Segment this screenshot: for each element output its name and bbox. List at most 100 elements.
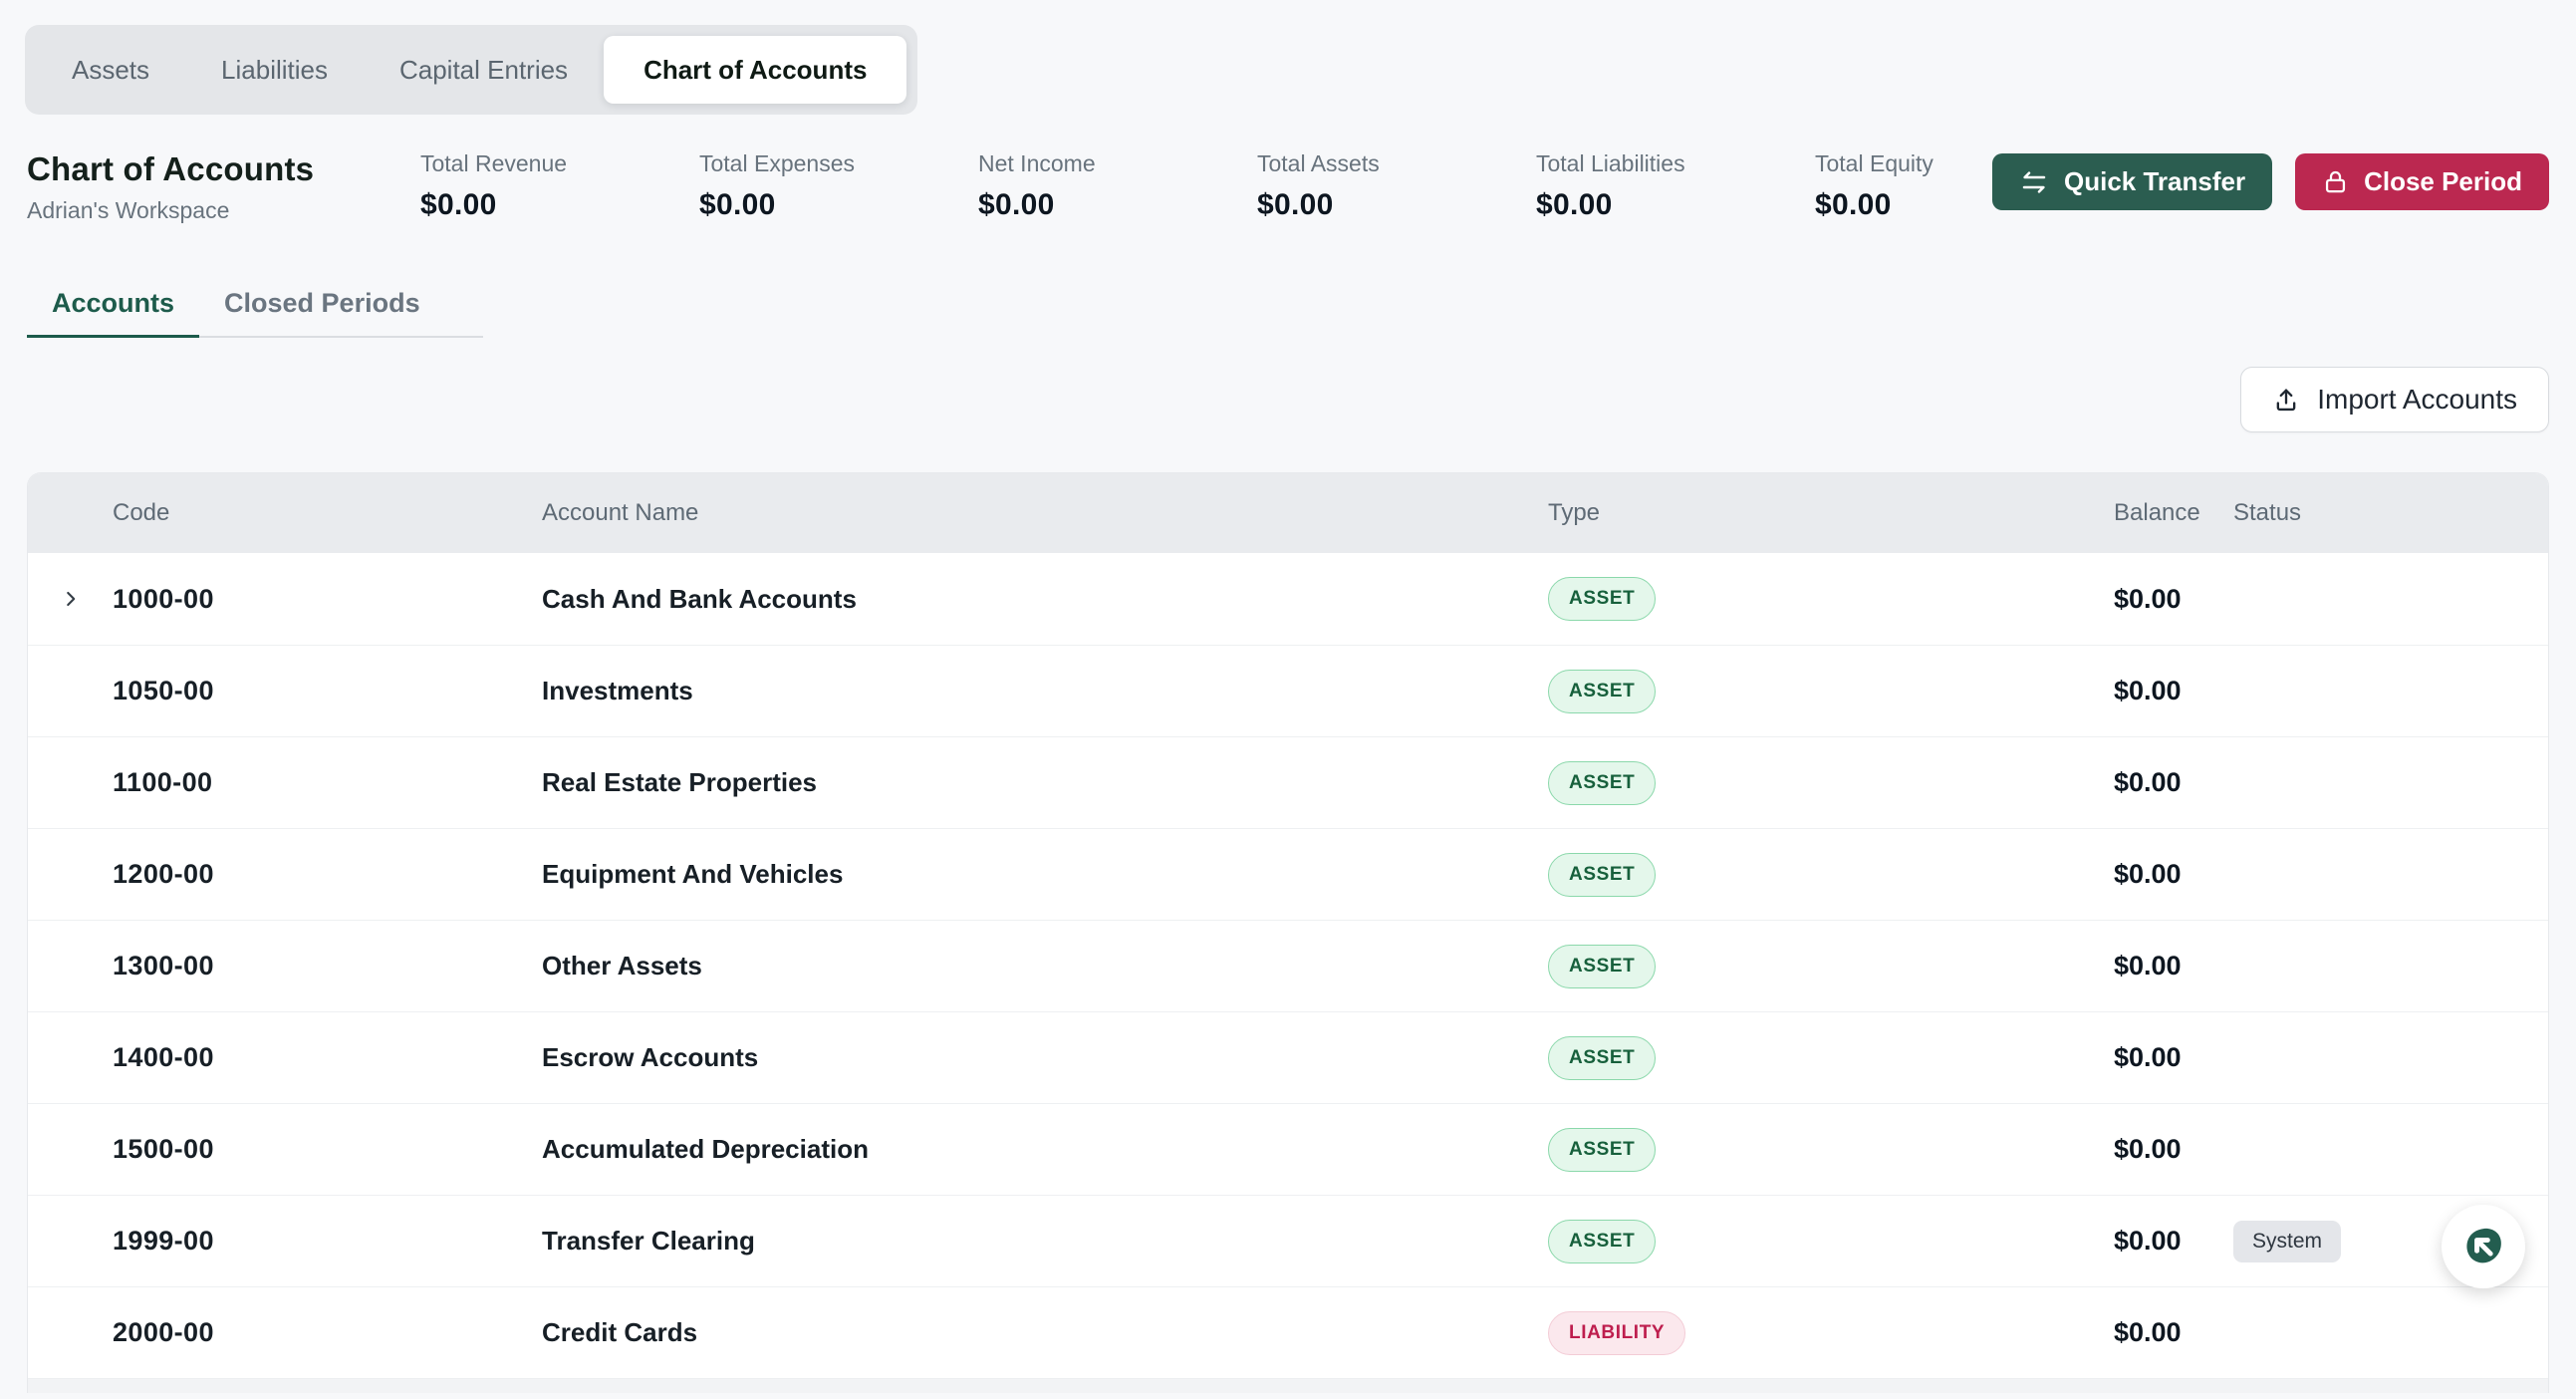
row-expander-cell [28, 1231, 113, 1253]
table-toolbar: Import Accounts [27, 367, 2549, 432]
row-expander-cell [28, 1139, 113, 1161]
account-code: 1999-00 [113, 1226, 542, 1257]
account-balance: $0.00 [2107, 676, 2221, 706]
account-code: 1400-00 [113, 1042, 542, 1073]
column-header-name: Account Name [542, 499, 1548, 527]
stat-total-expenses: Total Expenses $0.00 [699, 150, 978, 222]
stat-total-equity: Total Equity $0.00 [1815, 150, 1933, 222]
table-row[interactable]: 1200-00 Equipment And Vehicles ASSET $0.… [28, 828, 2548, 920]
column-header-code: Code [113, 499, 542, 527]
row-expander-cell [28, 956, 113, 978]
row-expander-cell [28, 772, 113, 794]
account-name: Transfer Clearing [542, 1226, 1548, 1257]
quick-transfer-label: Quick Transfer [2064, 166, 2245, 197]
column-header-type: Type [1548, 499, 2107, 527]
account-balance: $0.00 [2107, 767, 2221, 798]
tab-accounts[interactable]: Accounts [27, 288, 199, 336]
chevron-right-icon[interactable] [60, 956, 82, 978]
table-row[interactable]: 1000-00 Cash And Bank Accounts ASSET $0.… [28, 553, 2548, 645]
stat-net-income: Net Income $0.00 [978, 150, 1257, 222]
type-badge: ASSET [1548, 577, 1656, 621]
top-tab-liabilities[interactable]: Liabilities [185, 36, 364, 104]
type-cell: ASSET [1548, 670, 2107, 713]
lock-icon [2322, 168, 2349, 195]
floating-action-button[interactable] [2442, 1205, 2525, 1288]
type-badge: ASSET [1548, 761, 1656, 805]
top-tab-chart-of-accounts[interactable]: Chart of Accounts [604, 36, 906, 104]
table-row[interactable]: 1050-00 Investments ASSET $0.00 [28, 645, 2548, 736]
table-row[interactable]: 1999-00 Transfer Clearing ASSET $0.00 Sy… [28, 1195, 2548, 1286]
table-row[interactable]: 1300-00 Other Assets ASSET $0.00 [28, 920, 2548, 1011]
close-period-button[interactable]: Close Period [2295, 153, 2549, 210]
chevron-right-icon[interactable] [60, 1047, 82, 1069]
account-code: 1200-00 [113, 859, 542, 890]
stat-label: Total Equity [1815, 150, 1933, 177]
stat-label: Net Income [978, 150, 1257, 177]
type-cell: ASSET [1548, 761, 2107, 805]
tab-closed-periods[interactable]: Closed Periods [199, 288, 445, 336]
account-balance: $0.00 [2107, 584, 2221, 615]
chevron-right-icon[interactable] [60, 1322, 82, 1344]
type-badge: ASSET [1548, 945, 1656, 988]
stat-value: $0.00 [1815, 188, 1933, 222]
stat-value: $0.00 [978, 188, 1257, 222]
chevron-right-icon[interactable] [60, 864, 82, 886]
workspace-subtitle: Adrian's Workspace [27, 197, 420, 224]
account-code: 1050-00 [113, 676, 542, 706]
table-row[interactable]: 2000-00 Credit Cards LIABILITY $0.00 [28, 1286, 2548, 1378]
column-header-status: Status [2221, 499, 2548, 527]
account-name: Cash And Bank Accounts [542, 584, 1548, 615]
close-period-label: Close Period [2364, 166, 2522, 197]
type-cell: ASSET [1548, 945, 2107, 988]
chevron-right-icon[interactable] [60, 681, 82, 702]
page-root: Assets Liabilities Capital Entries Chart… [0, 0, 2576, 1393]
type-cell: LIABILITY [1548, 1311, 2107, 1355]
type-badge: LIABILITY [1548, 1311, 1685, 1355]
chevron-right-icon[interactable] [60, 588, 82, 610]
account-balance: $0.00 [2107, 1226, 2221, 1257]
account-balance: $0.00 [2107, 951, 2221, 981]
chevron-right-icon[interactable] [60, 772, 82, 794]
type-cell: ASSET [1548, 1220, 2107, 1263]
account-code: 1000-00 [113, 584, 542, 615]
stat-total-assets: Total Assets $0.00 [1257, 150, 1536, 222]
table-footer-strip [28, 1378, 2548, 1393]
transfer-arrows-icon [2019, 167, 2049, 197]
account-name: Other Assets [542, 951, 1548, 981]
chevron-right-icon[interactable] [60, 1231, 82, 1253]
account-name: Equipment And Vehicles [542, 859, 1548, 890]
account-name: Credit Cards [542, 1317, 1548, 1348]
header-actions: Quick Transfer Close Period [1992, 150, 2549, 210]
stat-label: Total Expenses [699, 150, 978, 177]
top-tab-capital-entries[interactable]: Capital Entries [364, 36, 604, 104]
type-cell: ASSET [1548, 1128, 2107, 1172]
type-badge: ASSET [1548, 1128, 1656, 1172]
account-balance: $0.00 [2107, 1042, 2221, 1073]
table-row[interactable]: 1500-00 Accumulated Depreciation ASSET $… [28, 1103, 2548, 1195]
page-title: Chart of Accounts [27, 150, 420, 188]
chevron-right-icon[interactable] [60, 1139, 82, 1161]
import-accounts-label: Import Accounts [2317, 384, 2517, 416]
quick-transfer-button[interactable]: Quick Transfer [1992, 153, 2272, 210]
type-badge: ASSET [1548, 1036, 1656, 1080]
account-code: 1500-00 [113, 1134, 542, 1165]
account-balance: $0.00 [2107, 1317, 2221, 1348]
table-row[interactable]: 1400-00 Escrow Accounts ASSET $0.00 [28, 1011, 2548, 1103]
account-name: Investments [542, 676, 1548, 706]
title-block: Chart of Accounts Adrian's Workspace [27, 150, 420, 224]
import-accounts-button[interactable]: Import Accounts [2240, 367, 2549, 432]
top-tab-assets[interactable]: Assets [36, 36, 185, 104]
account-name: Accumulated Depreciation [542, 1134, 1548, 1165]
stat-value: $0.00 [699, 188, 978, 222]
stat-value: $0.00 [420, 188, 699, 222]
subtabs: Accounts Closed Periods [27, 288, 483, 338]
row-expander-cell [28, 588, 113, 610]
type-cell: ASSET [1548, 853, 2107, 897]
account-balance: $0.00 [2107, 1134, 2221, 1165]
account-code: 1300-00 [113, 951, 542, 981]
table-row[interactable]: 1100-00 Real Estate Properties ASSET $0.… [28, 736, 2548, 828]
page-header: Chart of Accounts Adrian's Workspace Tot… [27, 150, 2549, 224]
table-header: Code Account Name Type Balance Status [28, 473, 2548, 553]
account-code: 1100-00 [113, 767, 542, 798]
type-cell: ASSET [1548, 577, 2107, 621]
